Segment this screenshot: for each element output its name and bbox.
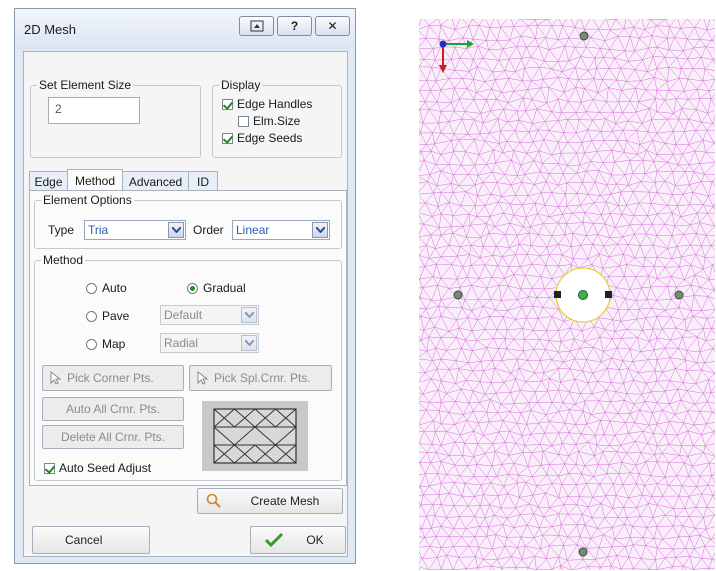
tab-id[interactable]: ID — [188, 171, 218, 191]
edge-handles-checkbox[interactable]: Edge Handles — [222, 97, 312, 111]
pick-corner-label: Pick Corner Pts. — [67, 371, 154, 385]
edge-handles-label: Edge Handles — [237, 97, 313, 111]
type-select[interactable]: Tria — [84, 220, 186, 240]
method-legend: Method — [43, 253, 84, 267]
tab-advanced[interactable]: Advanced — [122, 171, 189, 191]
order-select[interactable]: Linear — [232, 220, 330, 240]
elm-size-label: Elm.Size — [253, 114, 301, 128]
tab-edge[interactable]: Edge — [29, 171, 68, 191]
map-option-select[interactable]: Radial — [160, 333, 259, 353]
order-label: Order — [193, 223, 224, 237]
checkbox-icon — [222, 132, 233, 144]
chevron-down-icon — [241, 307, 257, 323]
seed-node-icon — [453, 290, 463, 300]
close-button[interactable]: ✕ — [315, 16, 350, 36]
element-size-input[interactable]: 2 — [48, 97, 140, 124]
type-value: Tria — [88, 223, 109, 237]
pick-spl-corner-button[interactable]: Pick Spl.Crnr. Pts. — [189, 365, 332, 391]
order-value: Linear — [236, 223, 270, 237]
checkbox-icon — [238, 115, 249, 127]
edge-seeds-label: Edge Seeds — [237, 131, 303, 145]
delete-all-corner-label: Delete All Crnr. Pts. — [60, 430, 166, 444]
seed-node-icon — [579, 31, 589, 41]
auto-seed-adjust-checkbox[interactable]: Auto Seed Adjust — [44, 461, 151, 475]
seed-node-icon — [674, 290, 684, 300]
seed-node-icon — [578, 547, 588, 557]
element-options-legend: Element Options — [43, 193, 132, 207]
checkbox-icon — [44, 462, 55, 474]
mesh-dialog: 2D Mesh ? ✕ Set Element Size 2 Display E… — [14, 8, 356, 564]
auto-seed-adjust-label: Auto Seed Adjust — [59, 461, 152, 475]
create-mesh-button[interactable]: Create Mesh — [197, 488, 343, 514]
pick-spl-corner-label: Pick Spl.Crnr. Pts. — [214, 371, 311, 385]
cursor-icon — [197, 371, 209, 385]
triangle-mesh — [419, 19, 715, 570]
set-element-size-legend: Set Element Size — [39, 78, 132, 92]
mesh-viewport[interactable] — [419, 19, 715, 570]
help-button[interactable]: ? — [277, 16, 312, 36]
chevron-down-icon — [168, 222, 184, 238]
magnifier-icon — [206, 493, 221, 508]
pave-option-value: Default — [164, 308, 203, 322]
mesh-pattern-icon — [213, 408, 297, 464]
map-radio[interactable]: Map — [86, 337, 125, 351]
radio-icon — [86, 282, 97, 294]
cancel-label: Cancel — [65, 533, 103, 547]
type-label: Type — [48, 223, 75, 237]
tab-method[interactable]: Method — [67, 169, 123, 191]
dialog-title: 2D Mesh — [24, 22, 77, 37]
elm-size-checkbox[interactable]: Elm.Size — [238, 114, 300, 128]
close-icon: ✕ — [327, 19, 338, 33]
radio-icon — [86, 338, 97, 350]
auto-radio[interactable]: Auto — [86, 281, 127, 295]
help-icon: ? — [290, 19, 299, 33]
pick-corner-button[interactable]: Pick Corner Pts. — [42, 365, 184, 391]
method-tab-panel: Element Options Type Tria Order Linear M… — [29, 190, 347, 486]
display-legend: Display — [221, 78, 261, 92]
title-bar[interactable]: 2D Mesh ? ✕ — [15, 9, 355, 49]
edge-handle-icon — [554, 291, 561, 298]
cursor-icon — [50, 371, 62, 385]
auto-all-corner-button[interactable]: Auto All Crnr. Pts. — [42, 397, 184, 421]
checkbox-icon — [222, 98, 233, 110]
auto-label: Auto — [102, 281, 127, 295]
cancel-button[interactable]: Cancel — [32, 526, 150, 554]
mesh-pattern-preview — [202, 401, 308, 471]
pave-label: Pave — [102, 309, 130, 323]
ok-label: OK — [306, 533, 324, 547]
map-option-value: Radial — [164, 336, 199, 350]
restore-icon — [250, 20, 263, 32]
edge-seeds-checkbox[interactable]: Edge Seeds — [222, 131, 302, 145]
ok-button[interactable]: OK — [250, 526, 346, 554]
map-label: Map — [102, 337, 126, 351]
restore-button[interactable] — [239, 16, 274, 36]
auto-all-corner-label: Auto All Crnr. Pts. — [65, 402, 161, 416]
gradual-label: Gradual — [203, 281, 246, 295]
center-node-icon — [578, 290, 588, 300]
radio-icon — [86, 310, 97, 322]
gradual-radio[interactable]: Gradual — [187, 281, 246, 295]
axis-triad-icon — [439, 40, 474, 73]
chevron-down-icon — [241, 335, 257, 351]
pave-radio[interactable]: Pave — [86, 309, 129, 323]
pave-option-select[interactable]: Default — [160, 305, 259, 325]
checkmark-icon — [265, 533, 283, 547]
chevron-down-icon — [312, 222, 328, 238]
create-mesh-label: Create Mesh — [250, 494, 320, 508]
radio-icon — [187, 282, 198, 294]
edge-handle-icon — [605, 291, 612, 298]
delete-all-corner-button[interactable]: Delete All Crnr. Pts. — [42, 425, 184, 449]
